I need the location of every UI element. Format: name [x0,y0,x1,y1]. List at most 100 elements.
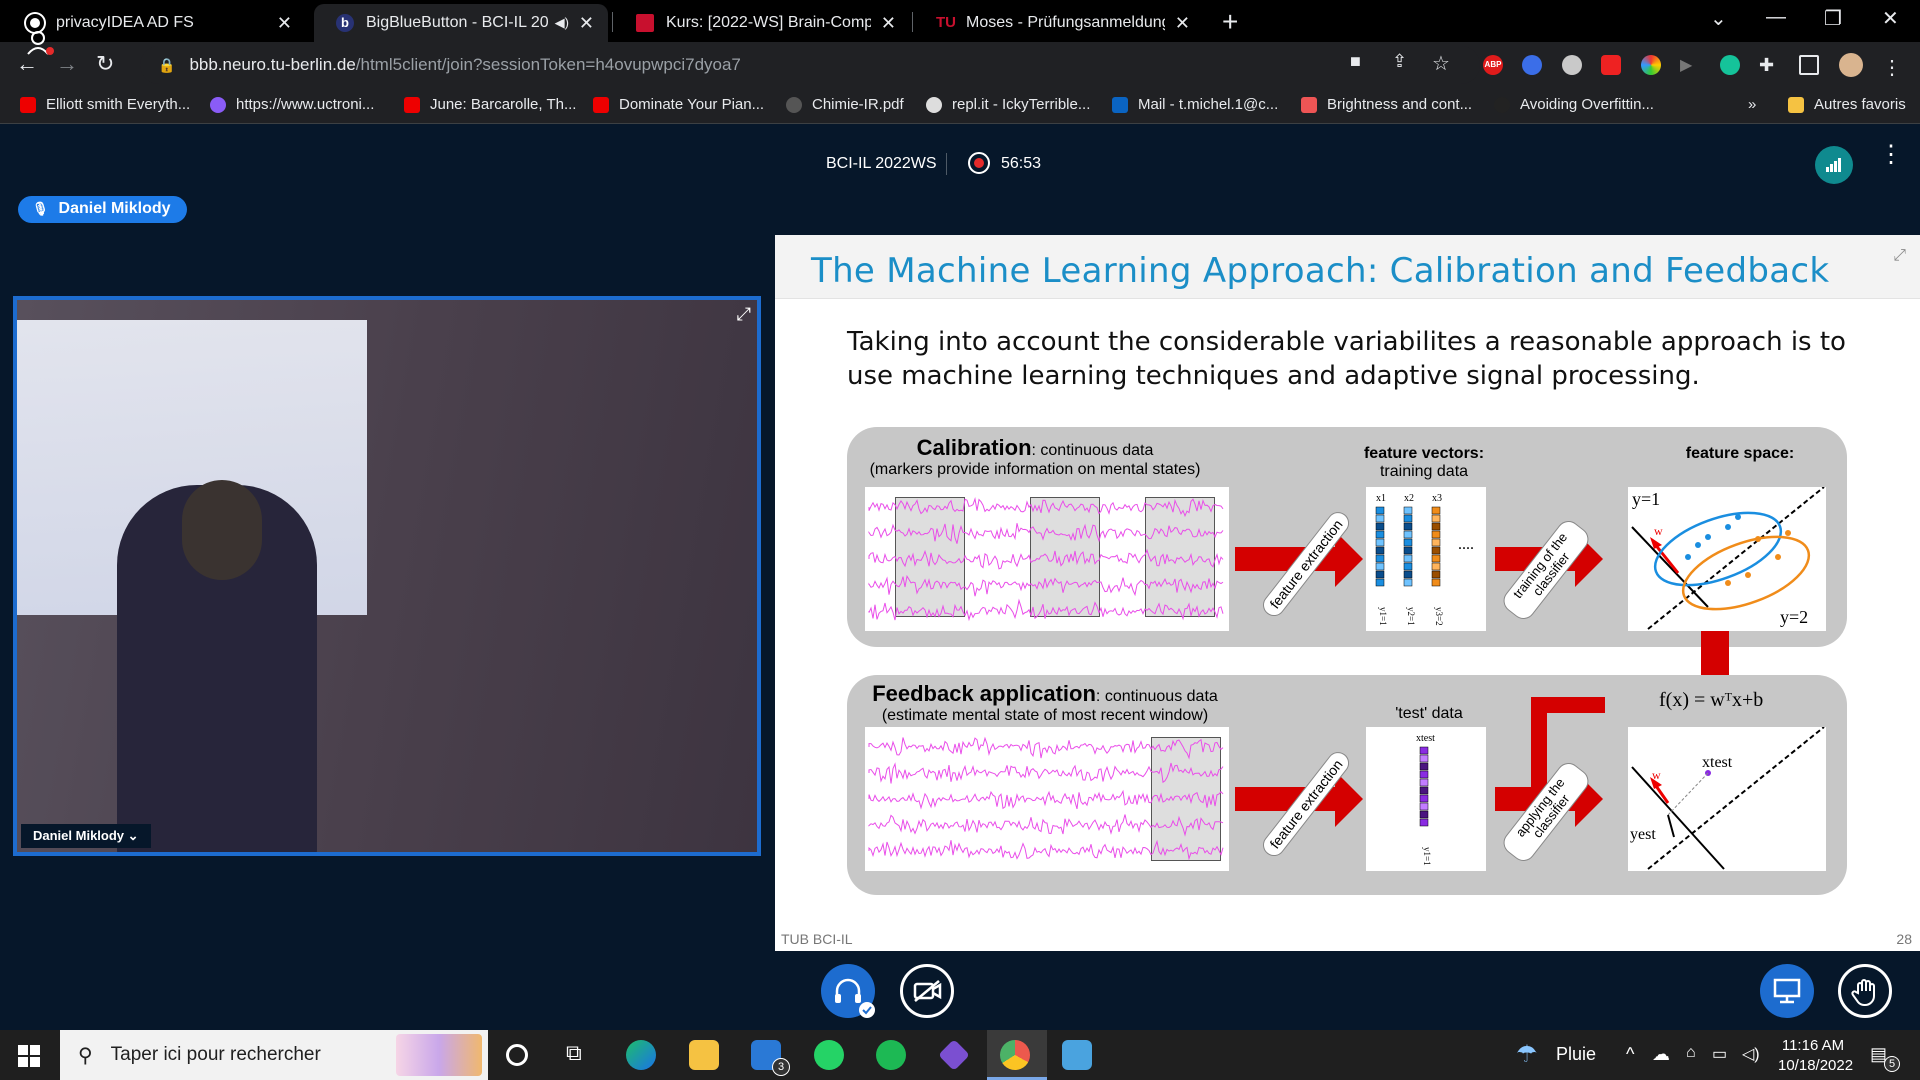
svg-text:x3: x3 [1432,493,1442,504]
close-tab-icon[interactable]: ✕ [579,13,594,34]
other-bookmarks[interactable]: Autres favoris [1788,96,1906,113]
share-webcam-button[interactable] [900,964,954,1018]
bookmark-item[interactable]: Brightness and cont... [1301,96,1472,113]
eeg-channel-trace [868,814,1224,837]
task-view-icon[interactable]: ⧉ [566,1040,596,1070]
fullscreen-icon[interactable]: ⤢ [737,304,751,325]
share-icon[interactable]: ⇪ [1392,51,1407,72]
new-tab-button[interactable]: + [1222,6,1238,38]
presentation-icon [1773,978,1801,1004]
meet-now-icon[interactable]: ⌂ [1686,1044,1696,1062]
feature-cell [1375,546,1385,555]
svg-text:y1=1: y1=1 [1422,847,1432,866]
weather-label[interactable]: Pluie [1556,1044,1596,1065]
bookmark-item[interactable]: repl.it - IckyTerrible... [926,96,1090,113]
grammarly-icon[interactable] [1720,55,1740,75]
feature-cell [1375,570,1385,579]
feature-cell [1403,522,1413,531]
slide-page-number: 28 [1896,931,1912,947]
adblock-icon[interactable]: ABP [1483,55,1503,75]
audio-playing-icon[interactable]: ◀) [555,15,569,31]
chrome-menu-icon[interactable]: ⋮ [1882,55,1902,79]
onedrive-icon[interactable]: ☁ [1652,1044,1670,1065]
feature-cell [1375,554,1385,563]
leave-audio-button[interactable] [821,964,875,1018]
file-explorer-icon[interactable] [689,1040,719,1070]
edge-icon[interactable] [626,1040,656,1070]
whatsapp-icon[interactable] [814,1040,844,1070]
bookmark-item[interactable]: https://www.uctroni... [210,96,374,113]
camera-icon[interactable]: ■ [1350,51,1361,72]
bookmark-item[interactable]: Chimie-IR.pdf [786,96,904,113]
tab-moses[interactable]: TU Moses - Prüfungsanmeldung ✕ [914,4,1204,42]
talking-indicator[interactable]: 🎙 Daniel Miklody [18,196,187,223]
profile-avatar[interactable] [1839,53,1863,77]
close-tab-icon[interactable]: ✕ [1175,13,1190,34]
hand-icon [1851,979,1875,1006]
windows-start-icon[interactable] [18,1045,40,1067]
address-bar[interactable]: 🔒 bbb.neuro.tu-berlin.de/html5client/joi… [140,46,1480,84]
side-panel-icon[interactable] [1799,55,1819,75]
minimize-button[interactable]: — [1766,6,1786,29]
feature-cell [1403,578,1413,587]
close-tab-icon[interactable]: ✕ [277,13,292,34]
fit-to-width-icon[interactable]: ⤢ [1893,247,1906,265]
bigbluebutton-icon: b [336,14,354,32]
close-window-button[interactable]: ✕ [1882,6,1899,31]
tu-berlin-icon: TU [936,14,956,31]
feature-point [1695,542,1701,548]
bookmark-item[interactable]: Elliott smith Everyth... [20,96,190,113]
svg-text:w: w [1654,524,1663,538]
tab-search-icon[interactable]: ⌄ [1710,6,1727,31]
feature-cell [1403,514,1413,523]
cortana-icon[interactable] [506,1044,528,1066]
extension-youtube-icon[interactable] [1601,55,1621,75]
bookmark-item[interactable]: Avoiding Overfittin... [1494,96,1654,113]
taskbar-search[interactable]: ⚲ Taper ici pour rechercher [60,1030,488,1080]
extensions-puzzle-icon[interactable]: ✚ [1759,55,1779,75]
webcam-video[interactable]: ⤢ Daniel Miklody ⌄ [13,296,761,856]
webcam-username[interactable]: Daniel Miklody ⌄ [21,824,151,848]
feature-cell [1419,754,1429,763]
bookmark-item[interactable]: Mail - t.michel.1@c... [1112,96,1278,113]
tab-bigbluebutton[interactable]: b BigBlueButton - BCI-IL 2022W ◀) ✕ [314,4,608,42]
mail-badge: 3 [772,1058,790,1076]
svg-text:y1=1: y1=1 [1378,607,1388,626]
spotify-icon[interactable] [876,1040,906,1070]
feature-cell [1431,538,1441,547]
battery-icon[interactable]: ▭ [1712,1044,1727,1064]
connection-status-button[interactable] [1815,146,1853,184]
globe-icon [1494,96,1510,113]
options-menu-icon[interactable]: ⋮ [1879,143,1903,167]
restore-presentation-button[interactable] [1760,964,1814,1018]
bookmark-item[interactable]: June: Barcarolle, Th... [404,96,576,113]
tray-expand-icon[interactable]: ^ [1626,1044,1634,1065]
user-list-toggle-icon[interactable] [26,30,56,64]
extension-colorful-icon[interactable] [1641,55,1661,75]
weather-rain-icon[interactable]: ☂ [1516,1040,1546,1070]
reload-icon[interactable]: ↻ [96,51,114,77]
obsidian-icon[interactable] [938,1039,970,1071]
volume-icon[interactable]: ◁) [1742,1044,1760,1064]
bookmark-star-icon[interactable]: ☆ [1432,51,1450,76]
eeg-channel-trace [868,789,1224,810]
forward-icon[interactable]: → [56,51,78,77]
close-tab-icon[interactable]: ✕ [881,13,896,34]
eeg-channel-trace [868,736,1224,760]
tab-kurs[interactable]: Kurs: [2022-WS] Brain-Computer ✕ [614,4,910,42]
extension-play-icon[interactable]: ▶ [1680,55,1700,75]
feature-point [1725,524,1731,530]
extension-blue-icon[interactable] [1522,55,1542,75]
feature-cell [1375,578,1385,587]
youtube-icon [404,96,420,113]
raise-hand-button[interactable] [1838,964,1892,1018]
lock-icon[interactable]: 🔒 [158,57,175,74]
clock[interactable]: 11:16 AM 10/18/2022 [1778,1036,1853,1076]
restore-button[interactable]: ❐ [1824,6,1842,31]
feature-cell [1403,562,1413,571]
photos-icon[interactable] [1062,1040,1092,1070]
bookmarks-overflow-button[interactable]: » [1748,96,1756,113]
extension-face-icon[interactable] [1562,55,1582,75]
recording-indicator-icon[interactable] [968,152,990,174]
bookmark-item[interactable]: Dominate Your Pian... [593,96,764,113]
